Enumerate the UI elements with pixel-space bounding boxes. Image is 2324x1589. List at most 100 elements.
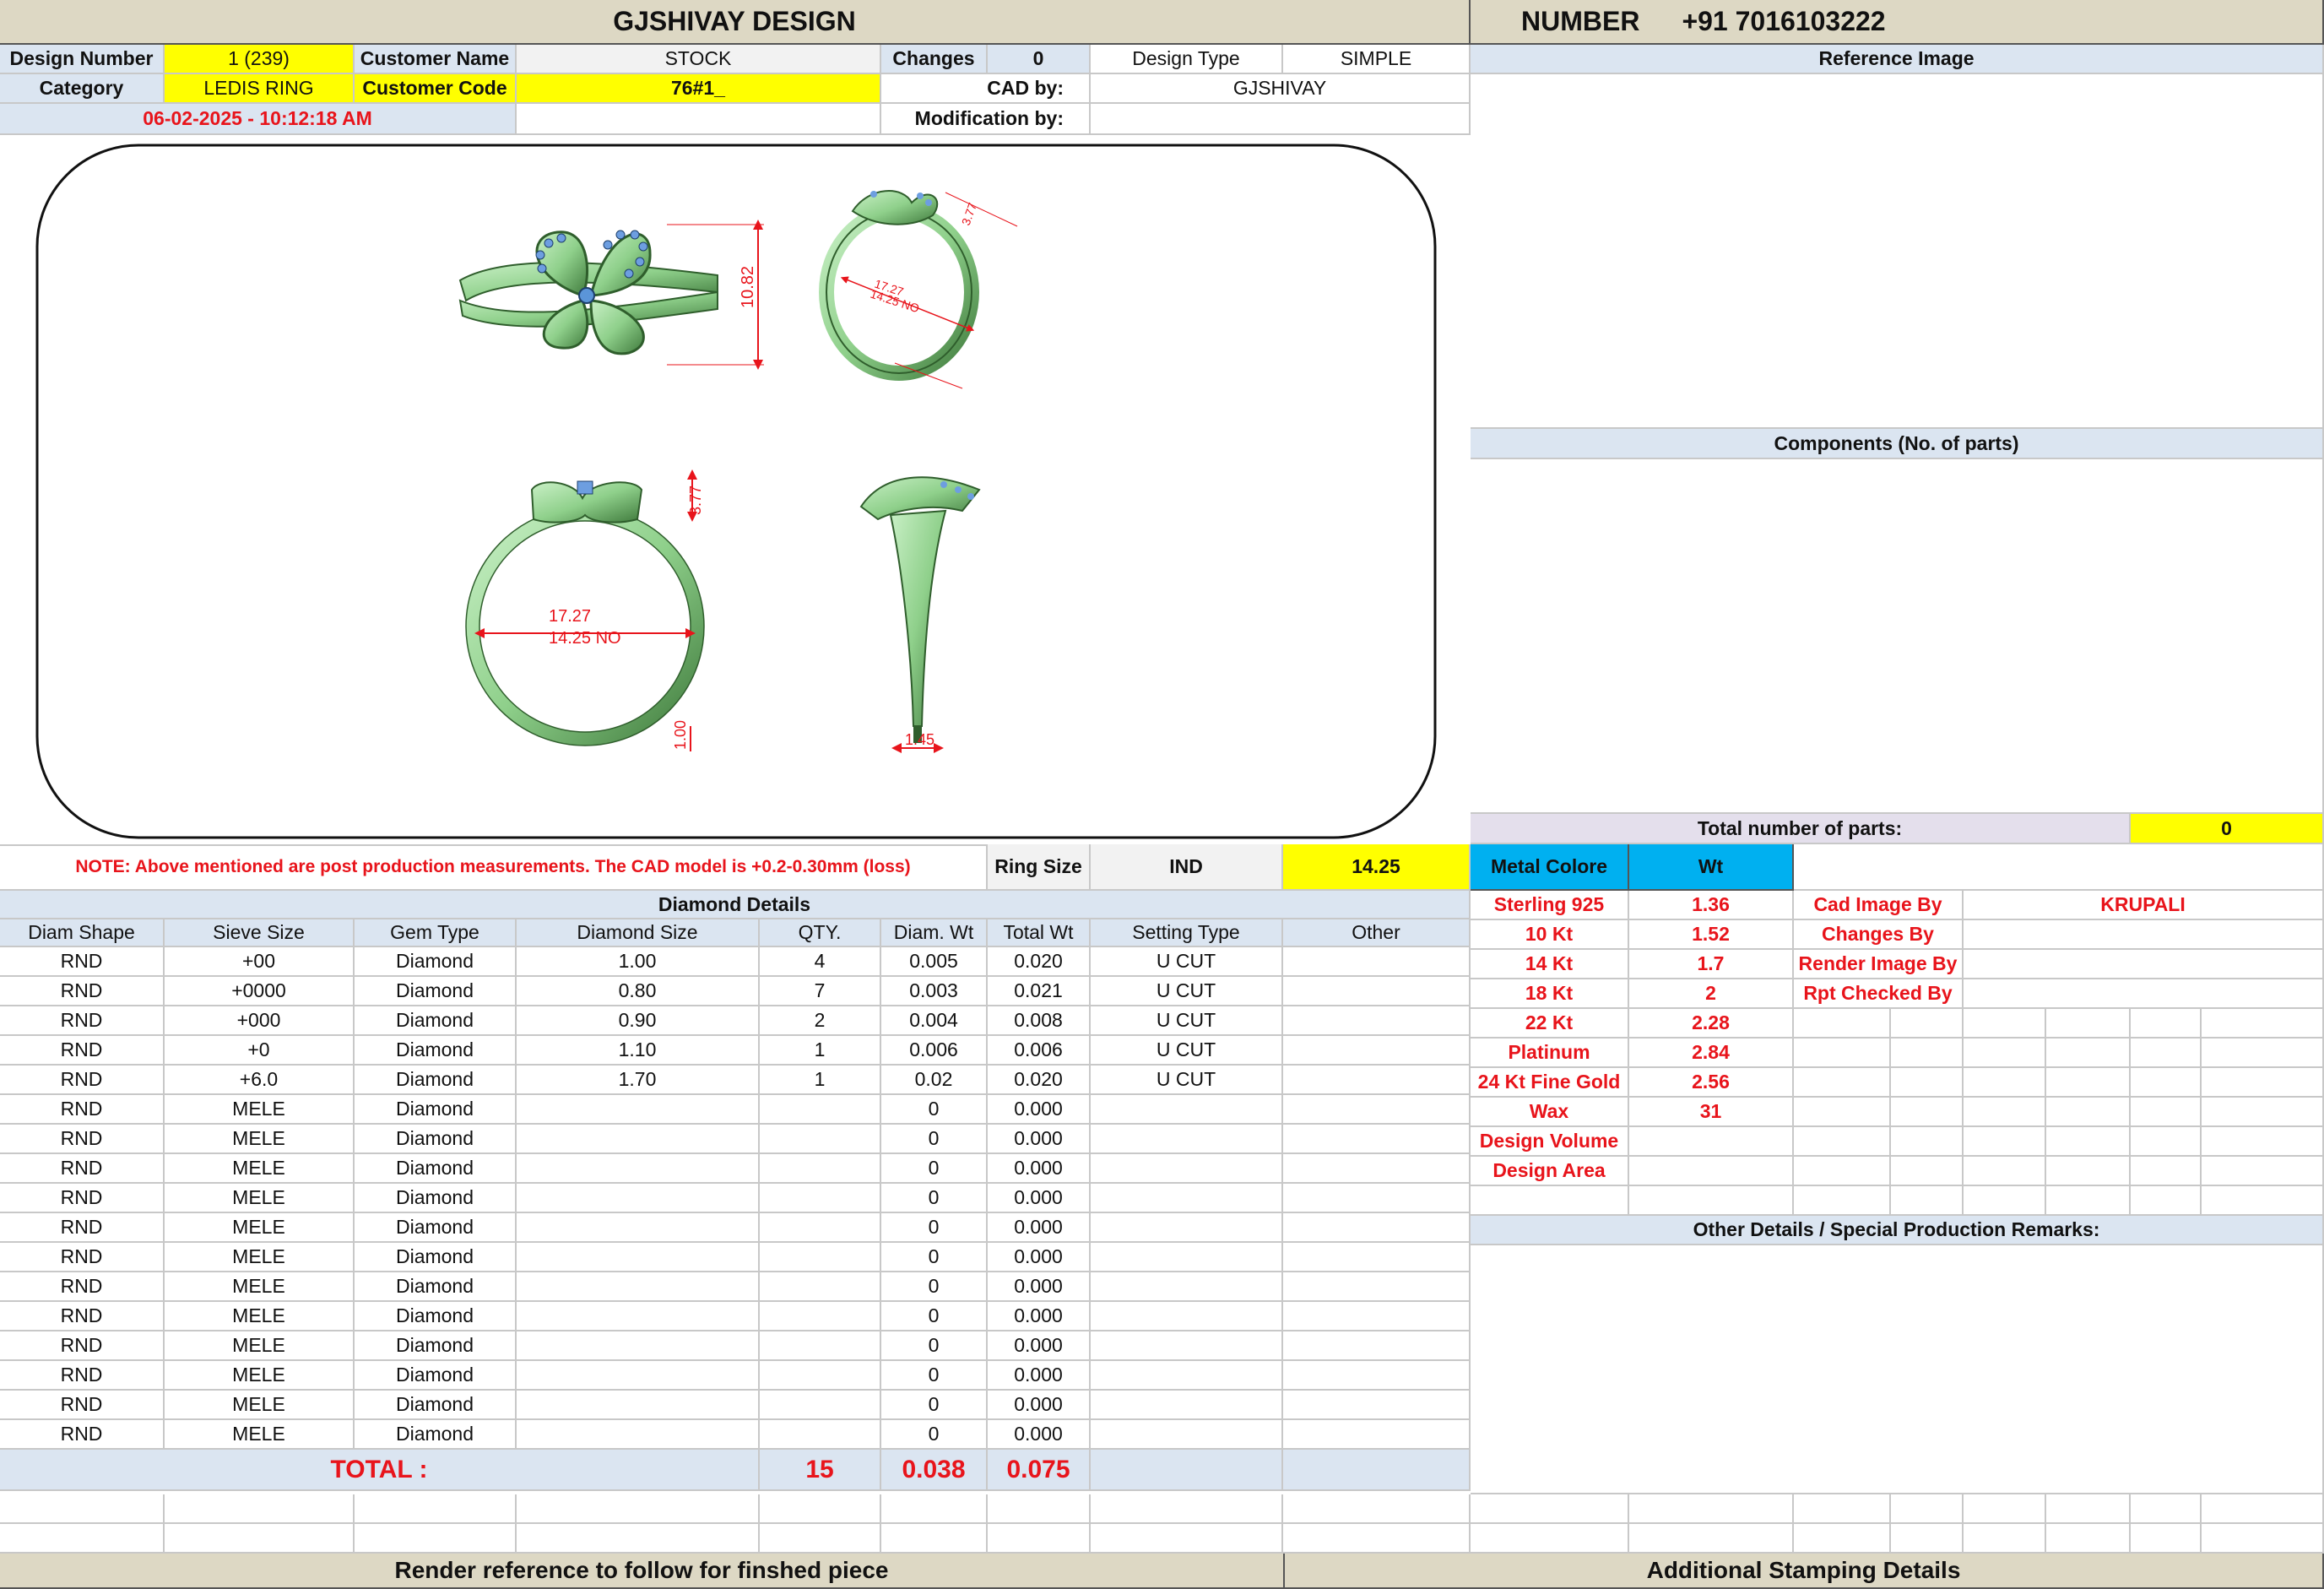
metal-name-4[interactable]: 22 Kt bbox=[1471, 1009, 1629, 1039]
diamond-row-1-col-7[interactable]: U CUT bbox=[1091, 977, 1283, 1006]
metal-name-5[interactable]: Platinum bbox=[1471, 1039, 1629, 1068]
diamond-row-11-col-7[interactable] bbox=[1091, 1272, 1283, 1302]
diamond-row-1-col-3[interactable]: 0.80 bbox=[517, 977, 760, 1006]
diamond-row-12-col-0[interactable]: RND bbox=[0, 1302, 165, 1331]
diamond-row-5-col-2[interactable]: Diamond bbox=[355, 1095, 517, 1125]
diamond-row-3-col-3[interactable]: 1.10 bbox=[517, 1036, 760, 1066]
metal-blank-name[interactable] bbox=[1471, 1186, 1629, 1216]
metal-grid-4-3[interactable] bbox=[2046, 1009, 2131, 1039]
metal-blank-grid-3[interactable] bbox=[2046, 1186, 2131, 1216]
diamond-row-9-col-4[interactable] bbox=[760, 1213, 881, 1243]
metal-grid-9-4[interactable] bbox=[2131, 1157, 2202, 1186]
diamond-row-16-col-1[interactable]: MELE bbox=[165, 1420, 355, 1450]
bottom-left-1-8[interactable] bbox=[1283, 1524, 1471, 1554]
diamond-row-12-col-4[interactable] bbox=[760, 1302, 881, 1331]
metal-grid-4-2[interactable] bbox=[1964, 1009, 2046, 1039]
metal-wt-4[interactable]: 2.28 bbox=[1629, 1009, 1794, 1039]
header-other[interactable]: Other bbox=[1283, 919, 1471, 947]
metal-grid-4-1[interactable] bbox=[1891, 1009, 1964, 1039]
bottom-right-1-4[interactable] bbox=[1964, 1524, 2046, 1554]
header-diam-wt[interactable]: Diam. Wt bbox=[881, 919, 988, 947]
diamond-row-2-col-6[interactable]: 0.008 bbox=[988, 1006, 1091, 1036]
wt-header[interactable]: Wt bbox=[1629, 844, 1794, 891]
diamond-row-12-col-6[interactable]: 0.000 bbox=[988, 1302, 1091, 1331]
customer-code-value[interactable]: 76#1_ bbox=[517, 74, 881, 104]
bottom-right-0-5[interactable] bbox=[2046, 1494, 2131, 1524]
metal-grid-7-2[interactable] bbox=[1964, 1098, 2046, 1127]
total-label[interactable]: TOTAL : bbox=[0, 1450, 760, 1491]
metal-name-1[interactable]: 10 Kt bbox=[1471, 920, 1629, 950]
bottom-right-1-0[interactable] bbox=[1471, 1524, 1629, 1554]
bottom-right-0-4[interactable] bbox=[1964, 1494, 2046, 1524]
metal-wt-1[interactable]: 1.52 bbox=[1629, 920, 1794, 950]
bottom-left-0-2[interactable] bbox=[355, 1494, 517, 1524]
bottom-left-1-2[interactable] bbox=[355, 1524, 517, 1554]
metal-grid-5-1[interactable] bbox=[1891, 1039, 1964, 1068]
diamond-row-3-col-2[interactable]: Diamond bbox=[355, 1036, 517, 1066]
diamond-row-2-col-4[interactable]: 2 bbox=[760, 1006, 881, 1036]
diamond-row-9-col-6[interactable]: 0.000 bbox=[988, 1213, 1091, 1243]
metal-grid-6-0[interactable] bbox=[1794, 1068, 1891, 1098]
metal-name-3[interactable]: 18 Kt bbox=[1471, 979, 1629, 1009]
diamond-row-4-col-6[interactable]: 0.020 bbox=[988, 1066, 1091, 1095]
diamond-row-6-col-7[interactable] bbox=[1091, 1125, 1283, 1154]
diamond-row-4-col-4[interactable]: 1 bbox=[760, 1066, 881, 1095]
diamond-row-8-col-4[interactable] bbox=[760, 1184, 881, 1213]
header-setting-type[interactable]: Setting Type bbox=[1091, 919, 1283, 947]
design-number-label[interactable]: Design Number bbox=[0, 45, 165, 74]
diamond-row-14-col-6[interactable]: 0.000 bbox=[988, 1361, 1091, 1391]
diamond-row-13-col-6[interactable]: 0.000 bbox=[988, 1331, 1091, 1361]
other-details-header[interactable]: Other Details / Special Production Remar… bbox=[1471, 1216, 2324, 1245]
diamond-row-7-col-4[interactable] bbox=[760, 1154, 881, 1184]
diamond-row-15-col-4[interactable] bbox=[760, 1391, 881, 1420]
diamond-row-14-col-8[interactable] bbox=[1283, 1361, 1471, 1391]
metal-grid-8-2[interactable] bbox=[1964, 1127, 2046, 1157]
diamond-row-0-col-4[interactable]: 4 bbox=[760, 947, 881, 977]
metal-wt-6[interactable]: 2.56 bbox=[1629, 1068, 1794, 1098]
metal-grid-7-3[interactable] bbox=[2046, 1098, 2131, 1127]
credit-label-0[interactable]: Cad Image By bbox=[1794, 891, 1964, 920]
total-parts-label[interactable]: Total number of parts: bbox=[1471, 814, 2131, 844]
header-diamond-size[interactable]: Diamond Size bbox=[517, 919, 760, 947]
cad-by-value[interactable]: GJSHIVAY bbox=[1091, 74, 1471, 104]
diamond-row-7-col-6[interactable]: 0.000 bbox=[988, 1154, 1091, 1184]
diamond-row-5-col-7[interactable] bbox=[1091, 1095, 1283, 1125]
bottom-left-0-7[interactable] bbox=[1091, 1494, 1283, 1524]
bottom-right-1-3[interactable] bbox=[1891, 1524, 1964, 1554]
bottom-right-1-6[interactable] bbox=[2131, 1524, 2202, 1554]
diamond-row-5-col-5[interactable]: 0 bbox=[881, 1095, 988, 1125]
design-type-value[interactable]: SIMPLE bbox=[1283, 45, 1471, 74]
diamond-row-8-col-6[interactable]: 0.000 bbox=[988, 1184, 1091, 1213]
cad-by-label[interactable]: CAD by: bbox=[881, 74, 1091, 104]
header-diam-shape[interactable]: Diam Shape bbox=[0, 919, 165, 947]
diamond-row-3-col-4[interactable]: 1 bbox=[760, 1036, 881, 1066]
diamond-row-14-col-5[interactable]: 0 bbox=[881, 1361, 988, 1391]
diamond-row-10-col-8[interactable] bbox=[1283, 1243, 1471, 1272]
diamond-row-15-col-0[interactable]: RND bbox=[0, 1391, 165, 1420]
diamond-row-15-col-6[interactable]: 0.000 bbox=[988, 1391, 1091, 1420]
diamond-row-13-col-2[interactable]: Diamond bbox=[355, 1331, 517, 1361]
diamond-row-8-col-8[interactable] bbox=[1283, 1184, 1471, 1213]
metal-grid-7-1[interactable] bbox=[1891, 1098, 1964, 1127]
bottom-left-1-7[interactable] bbox=[1091, 1524, 1283, 1554]
customer-name-label[interactable]: Customer Name bbox=[355, 45, 517, 74]
diamond-row-11-col-8[interactable] bbox=[1283, 1272, 1471, 1302]
other-details-area[interactable] bbox=[1471, 1245, 2324, 1494]
diamond-row-0-col-8[interactable] bbox=[1283, 947, 1471, 977]
diamond-row-9-col-1[interactable]: MELE bbox=[165, 1213, 355, 1243]
bottom-right-0-0[interactable] bbox=[1471, 1494, 1629, 1524]
diamond-row-15-col-2[interactable]: Diamond bbox=[355, 1391, 517, 1420]
diamond-row-11-col-5[interactable]: 0 bbox=[881, 1272, 988, 1302]
metal-grid-4-5[interactable] bbox=[2202, 1009, 2324, 1039]
bottom-right-1-2[interactable] bbox=[1794, 1524, 1891, 1554]
diamond-row-7-col-8[interactable] bbox=[1283, 1154, 1471, 1184]
diamond-row-2-col-0[interactable]: RND bbox=[0, 1006, 165, 1036]
bottom-left-0-4[interactable] bbox=[760, 1494, 881, 1524]
diamond-row-6-col-0[interactable]: RND bbox=[0, 1125, 165, 1154]
blank-cell[interactable] bbox=[517, 104, 881, 135]
diamond-row-1-col-8[interactable] bbox=[1283, 977, 1471, 1006]
diamond-row-16-col-0[interactable]: RND bbox=[0, 1420, 165, 1450]
diamond-row-3-col-5[interactable]: 0.006 bbox=[881, 1036, 988, 1066]
diamond-row-14-col-0[interactable]: RND bbox=[0, 1361, 165, 1391]
metal-wt-8[interactable] bbox=[1629, 1127, 1794, 1157]
